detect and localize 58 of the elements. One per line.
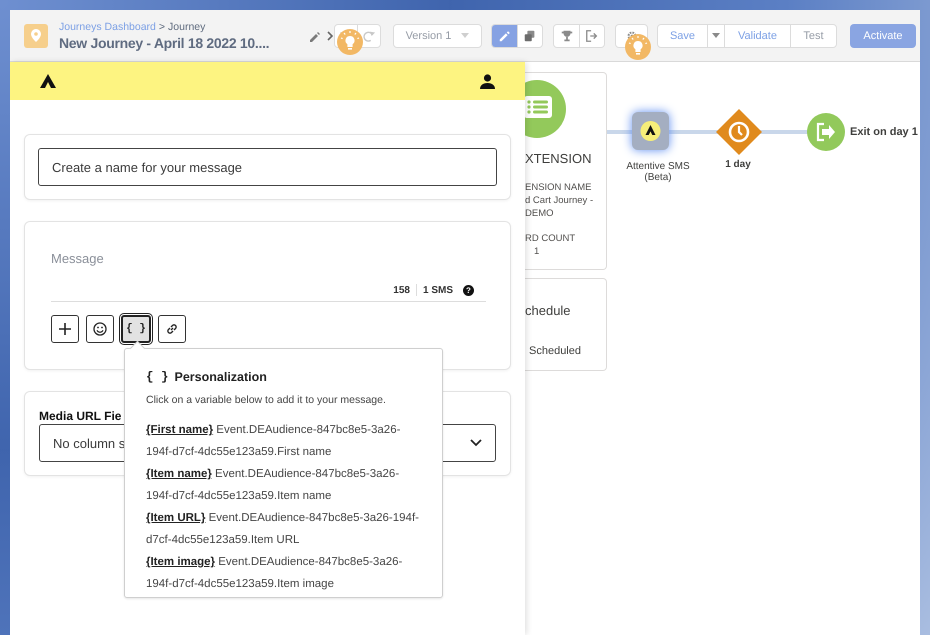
link-icon bbox=[165, 322, 179, 336]
copy-icon bbox=[523, 28, 537, 42]
expand-button[interactable] bbox=[326, 30, 334, 40]
pin-icon bbox=[29, 28, 43, 43]
add-button[interactable] bbox=[51, 315, 79, 343]
field-label: Media URL Fie bbox=[39, 408, 122, 424]
sms-activity-node[interactable] bbox=[632, 112, 669, 150]
field-value: d Cart Journey - bbox=[525, 194, 594, 207]
variable-link[interactable]: {First name} bbox=[146, 424, 214, 436]
field-value: DEMO bbox=[525, 207, 554, 220]
field-label: ENSION NAME bbox=[525, 181, 592, 194]
node-label: Attentive SMS (Beta) bbox=[625, 161, 691, 183]
character-count: 158 bbox=[393, 284, 410, 296]
help-icon[interactable]: ? bbox=[463, 284, 474, 296]
variable-link[interactable]: {Item URL} bbox=[146, 512, 206, 524]
trophy-icon bbox=[560, 28, 574, 42]
variable-link[interactable]: {Item name} bbox=[146, 468, 212, 480]
node-label: Exit on day 1 bbox=[850, 125, 918, 139]
redo-icon bbox=[362, 28, 376, 42]
pencil-icon bbox=[308, 30, 320, 42]
wait-activity-node[interactable] bbox=[716, 109, 762, 155]
caret-down-icon bbox=[712, 33, 720, 38]
plus-icon bbox=[58, 322, 72, 336]
variable-item: {Item image} Event.DEAudience-847bc8e5-3a26-194f-d7cf-4dc55e123a59.Item image bbox=[146, 555, 404, 592]
message-name-field[interactable]: Create a name for your message bbox=[38, 148, 497, 186]
exit-node[interactable] bbox=[807, 113, 845, 151]
breadcrumb-separator: > bbox=[158, 20, 166, 32]
schedule-status: Scheduled bbox=[529, 344, 581, 358]
variable-item: {Item URL} Event.DEAudience-847bc8e5-3a26-194f-d7cf-4dc55e123a59.Item URL bbox=[146, 511, 420, 548]
variable-item: {Item name} Event.DEAudience-847bc8e5-3a26-194f-d7cf-4dc55e123a59.Item name bbox=[146, 467, 400, 504]
variable-link[interactable]: {Item image} bbox=[146, 556, 216, 568]
chevron-right-icon bbox=[326, 30, 334, 40]
variable-item: {First name} Event.DEAudience-847bc8e5-3a26-194f-d7cf-4dc55e123a59.First name bbox=[146, 423, 402, 460]
breadcrumb-current: Journey bbox=[168, 20, 206, 32]
edit-mode-button[interactable] bbox=[492, 24, 517, 46]
field-label: RD COUNT bbox=[525, 232, 576, 245]
emoji-button[interactable] bbox=[86, 315, 114, 343]
smiley-icon bbox=[93, 322, 107, 336]
link-button[interactable] bbox=[158, 315, 186, 343]
field-value: 1 bbox=[534, 245, 540, 258]
edit-name-button[interactable] bbox=[308, 30, 320, 42]
popover-title: Personalization bbox=[174, 369, 267, 385]
entry-source-card[interactable]: XTENSION ENSION NAME d Cart Journey - DEMO RD COUNT 1 bbox=[525, 72, 607, 270]
pencil-icon bbox=[498, 28, 512, 42]
schedule-card[interactable]: chedule Scheduled bbox=[525, 278, 607, 371]
exit-icon bbox=[585, 28, 599, 42]
user-icon[interactable] bbox=[480, 74, 495, 88]
caret-down-icon bbox=[461, 33, 470, 38]
chevron-down-icon bbox=[470, 439, 482, 447]
personalization-button[interactable]: { } bbox=[121, 315, 151, 343]
card-title: XTENSION bbox=[525, 151, 592, 167]
node-label: 1 day bbox=[724, 159, 752, 170]
popover-hint: Click on a variable below to add it to your message. bbox=[146, 393, 387, 407]
sms-count: 1 SMS bbox=[422, 284, 453, 296]
card-title: chedule bbox=[525, 303, 571, 319]
logo-icon bbox=[40, 74, 56, 88]
braces-icon: { } bbox=[146, 369, 169, 385]
journey-title: New Journey - April 18 2022 10.... bbox=[59, 34, 270, 50]
